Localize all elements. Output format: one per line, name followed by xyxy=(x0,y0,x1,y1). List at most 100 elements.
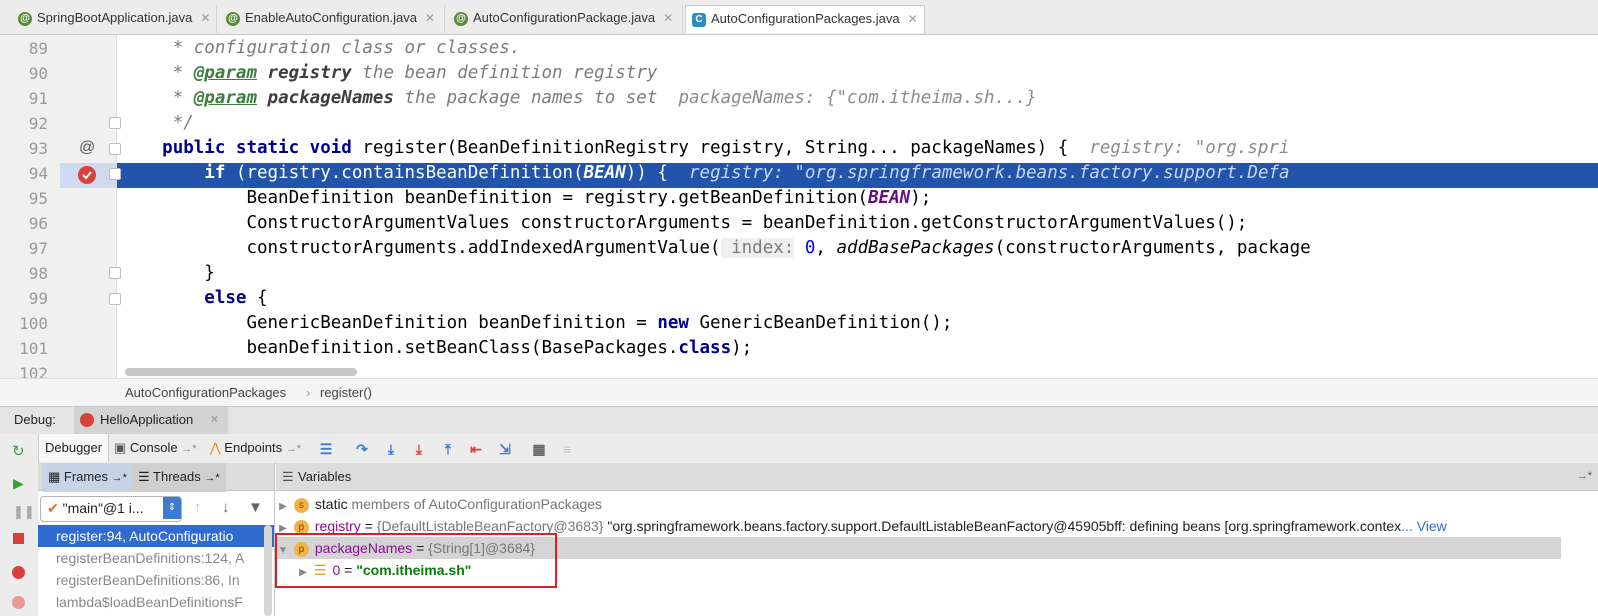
chevron-updown-icon: ⇕ xyxy=(163,497,181,519)
close-icon[interactable]: ✕ xyxy=(200,11,210,25)
close-icon[interactable]: ✕ xyxy=(425,11,435,25)
tab-debugger[interactable]: Debugger xyxy=(38,434,110,462)
code-line-95: BeanDefinition beanDefinition = registry… xyxy=(246,188,932,208)
frames-panel: ▦ Frames →* ☰ Threads →* ✔ "main"@1 i...… xyxy=(38,463,275,616)
line-number: 90 xyxy=(28,64,48,83)
filter-icon[interactable]: ▼ xyxy=(248,499,263,516)
line-number: 92 xyxy=(28,114,48,133)
override-marker-icon[interactable]: @ xyxy=(79,139,95,157)
run-to-cursor-icon[interactable]: ⇲ xyxy=(497,441,513,457)
tab-label: EnableAutoConfiguration.java xyxy=(245,10,418,25)
tab-autoconfigurationpackage[interactable]: @ AutoConfigurationPackage.java ✕ xyxy=(448,5,683,33)
tab-label: AutoConfigurationPackages.java xyxy=(711,11,900,26)
line-number: 96 xyxy=(28,214,48,233)
tab-console[interactable]: ▣ Console →* xyxy=(108,434,203,462)
force-step-into-icon[interactable]: ⤓ xyxy=(411,441,427,457)
frames-scrollbar[interactable] xyxy=(264,525,272,616)
debug-session-label: HelloApplication xyxy=(100,412,194,427)
variable-row-static[interactable]: ▶ s static members of AutoConfigurationPa… xyxy=(276,493,1561,515)
resume-icon[interactable]: ▶ xyxy=(13,475,24,492)
frames-header: ▦ Frames →* ☰ Threads →* xyxy=(38,463,274,492)
line-number: 91 xyxy=(28,89,48,108)
breadcrumb-class[interactable]: AutoConfigurationPackages xyxy=(125,379,286,407)
check-icon: ✔ xyxy=(47,500,59,516)
horizontal-scrollbar[interactable] xyxy=(125,368,357,376)
frame-item[interactable]: register:94, AutoConfiguratio xyxy=(38,525,274,547)
code-line-89: * configuration class or classes. xyxy=(172,38,521,58)
inline-debug-hint: registry: "org.spri xyxy=(1089,138,1290,158)
trace-icon[interactable]: ≡ xyxy=(559,441,575,457)
line-number: 94 xyxy=(28,164,48,183)
class-icon: C xyxy=(692,12,706,27)
debug-label: Debug: xyxy=(14,412,56,427)
breakpoint-icon[interactable] xyxy=(78,166,96,184)
code-line-99: else { xyxy=(204,288,268,308)
step-out-icon[interactable]: ⤒ xyxy=(440,441,456,457)
debug-session-tab[interactable]: HelloApplication ✕ xyxy=(74,407,228,434)
code-line-100: GenericBeanDefinition beanDefinition = n… xyxy=(246,313,953,333)
code-line-98: } xyxy=(204,263,215,283)
evaluate-expression-icon[interactable]: ▦ xyxy=(531,441,547,457)
show-execution-point-icon[interactable]: ☰ xyxy=(318,441,334,457)
highlight-annotation-box xyxy=(275,533,557,588)
frame-item[interactable]: lambda$loadBeanDefinitionsF xyxy=(38,591,274,613)
code-editor[interactable]: 89 90 91 92 93 94 95 96 97 98 99 100 101… xyxy=(0,35,1598,378)
step-over-icon[interactable]: ↷ xyxy=(354,441,370,457)
tab-label: AutoConfigurationPackage.java xyxy=(473,10,656,25)
frame-item[interactable]: registerBeanDefinitions:124, A xyxy=(38,547,274,569)
line-number: 100 xyxy=(19,314,48,333)
breadcrumb: AutoConfigurationPackages › register() xyxy=(0,378,1598,407)
line-number: 98 xyxy=(28,264,48,283)
bug-icon xyxy=(80,413,94,427)
code-line-90: * @param registry the bean definition re… xyxy=(120,63,658,83)
code-line-97: constructorArguments.addIndexedArgumentV… xyxy=(246,238,1311,258)
editor-tab-bar: @ SpringBootApplication.java ✕ @ EnableAuto… xyxy=(0,0,1598,35)
drop-frame-icon[interactable]: ⇤ xyxy=(468,441,484,457)
annotation-icon: @ xyxy=(18,11,32,26)
close-icon[interactable]: ✕ xyxy=(210,407,219,433)
debugger-toolbar: Debugger ▣ Console →* ⋀ Endpoints →* ☰ ↷… xyxy=(0,434,1598,464)
expand-arrow-icon[interactable]: ▶ xyxy=(276,496,290,515)
annotation-icon: @ xyxy=(226,11,240,26)
line-number: 95 xyxy=(28,189,48,208)
debug-toolwindow-header: Debug: HelloApplication ✕ xyxy=(0,406,1598,436)
view-breakpoints-icon[interactable] xyxy=(12,566,25,579)
line-number: 101 xyxy=(19,339,48,358)
close-icon[interactable]: ✕ xyxy=(663,11,673,25)
panel-options[interactable]: →* xyxy=(1577,463,1592,490)
tab-endpoints[interactable]: ⋀ Endpoints →* xyxy=(204,434,307,462)
code-line-94: if (registry.containsBeanDefinition(BEAN… xyxy=(204,163,1290,183)
variables-icon: ☰ xyxy=(282,469,294,484)
step-into-icon[interactable]: ⤓ xyxy=(383,441,399,457)
breadcrumb-method[interactable]: register() xyxy=(320,379,372,407)
stop-icon[interactable] xyxy=(13,533,24,544)
tab-threads[interactable]: ☰ Threads →* xyxy=(132,463,226,492)
variables-title: Variables xyxy=(298,469,352,484)
close-icon[interactable]: ✕ xyxy=(908,12,918,26)
tab-enableautoconfiguration[interactable]: @ EnableAutoConfiguration.java ✕ xyxy=(220,5,445,33)
debug-side-toolbar: ↻ ▶ ❚❚ xyxy=(0,434,39,616)
frame-item[interactable]: registerBeanDefinitions:86, In xyxy=(38,569,274,591)
tab-springbootapplication[interactable]: @ SpringBootApplication.java ✕ xyxy=(12,5,217,33)
inline-debug-hint: registry: "org.springframework.beans.fac… xyxy=(689,163,1290,183)
code-line-101: beanDefinition.setBeanClass(BasePackages… xyxy=(246,338,753,358)
mute-breakpoints-icon[interactable] xyxy=(12,596,25,609)
previous-frame-icon[interactable]: ↑ xyxy=(194,499,202,516)
tab-autoconfigurationpackages[interactable]: C AutoConfigurationPackages.java ✕ xyxy=(685,5,925,33)
annotation-icon: @ xyxy=(454,11,468,26)
tab-frames[interactable]: ▦ Frames →* xyxy=(42,463,133,492)
line-number: 102 xyxy=(19,364,48,378)
line-number: 99 xyxy=(28,289,48,308)
tab-label: SpringBootApplication.java xyxy=(37,10,193,25)
code-line-93: public static void register(BeanDefiniti… xyxy=(162,138,1290,158)
static-badge-icon: s xyxy=(293,497,309,513)
variables-header: ☰ Variables →* xyxy=(276,463,1598,491)
thread-selector[interactable]: ✔ "main"@1 i... ⇕ xyxy=(40,496,182,522)
code-line-91: * @param packageNames the package names … xyxy=(120,88,1037,108)
pause-icon[interactable]: ❚❚ xyxy=(13,504,35,520)
endpoints-icon: ⋀ xyxy=(210,440,221,455)
view-link[interactable]: ... View xyxy=(1401,518,1447,534)
next-frame-icon[interactable]: ↓ xyxy=(222,499,230,516)
rerun-icon[interactable]: ↻ xyxy=(12,442,25,460)
breadcrumb-separator: › xyxy=(306,385,311,400)
